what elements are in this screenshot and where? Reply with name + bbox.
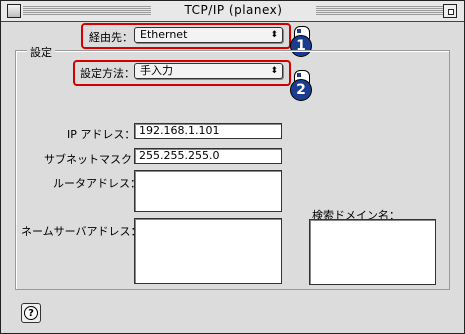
router-address-label: ルータアドレス：: [53, 177, 141, 190]
popup-arrows-icon: ⬍: [270, 30, 278, 40]
connect-via-value: Ethernet: [140, 28, 188, 41]
ip-address-label: IP アドレス：: [67, 128, 136, 141]
ip-address-field[interactable]: 192.168.1.101: [134, 123, 282, 139]
callout-badge-2: 2: [290, 70, 312, 101]
search-domain-field[interactable]: [309, 219, 436, 285]
name-server-label: ネームサーバアドレス：: [21, 225, 142, 238]
connect-via-label: 経由先：: [89, 31, 133, 44]
router-address-field[interactable]: [134, 170, 282, 212]
settings-group-label: 設定: [27, 44, 55, 60]
subnet-mask-label: サブネットマスク：: [44, 153, 143, 166]
close-box[interactable]: [7, 4, 21, 18]
help-button[interactable]: ?: [21, 303, 41, 323]
window-title: TCP/IP (planex): [151, 3, 316, 17]
popup-arrows-icon: ⬍: [270, 66, 278, 76]
title-bar[interactable]: TCP/IP (planex): [1, 1, 464, 22]
help-icon: ?: [24, 306, 38, 320]
callout-number-2: 2: [290, 79, 312, 101]
name-server-field[interactable]: [134, 218, 282, 284]
configure-popup[interactable]: 手入力 ⬍: [134, 63, 283, 79]
zoom-box[interactable]: [443, 4, 457, 18]
configure-label: 設定方法：: [80, 67, 135, 80]
configure-value: 手入力: [140, 64, 173, 77]
tcpip-window: TCP/IP (planex) 経由先： Ethernet ⬍ 1 設定 設定方…: [0, 0, 465, 334]
connect-via-popup[interactable]: Ethernet ⬍: [134, 27, 283, 43]
subnet-mask-field[interactable]: 255.255.255.0: [134, 148, 282, 164]
